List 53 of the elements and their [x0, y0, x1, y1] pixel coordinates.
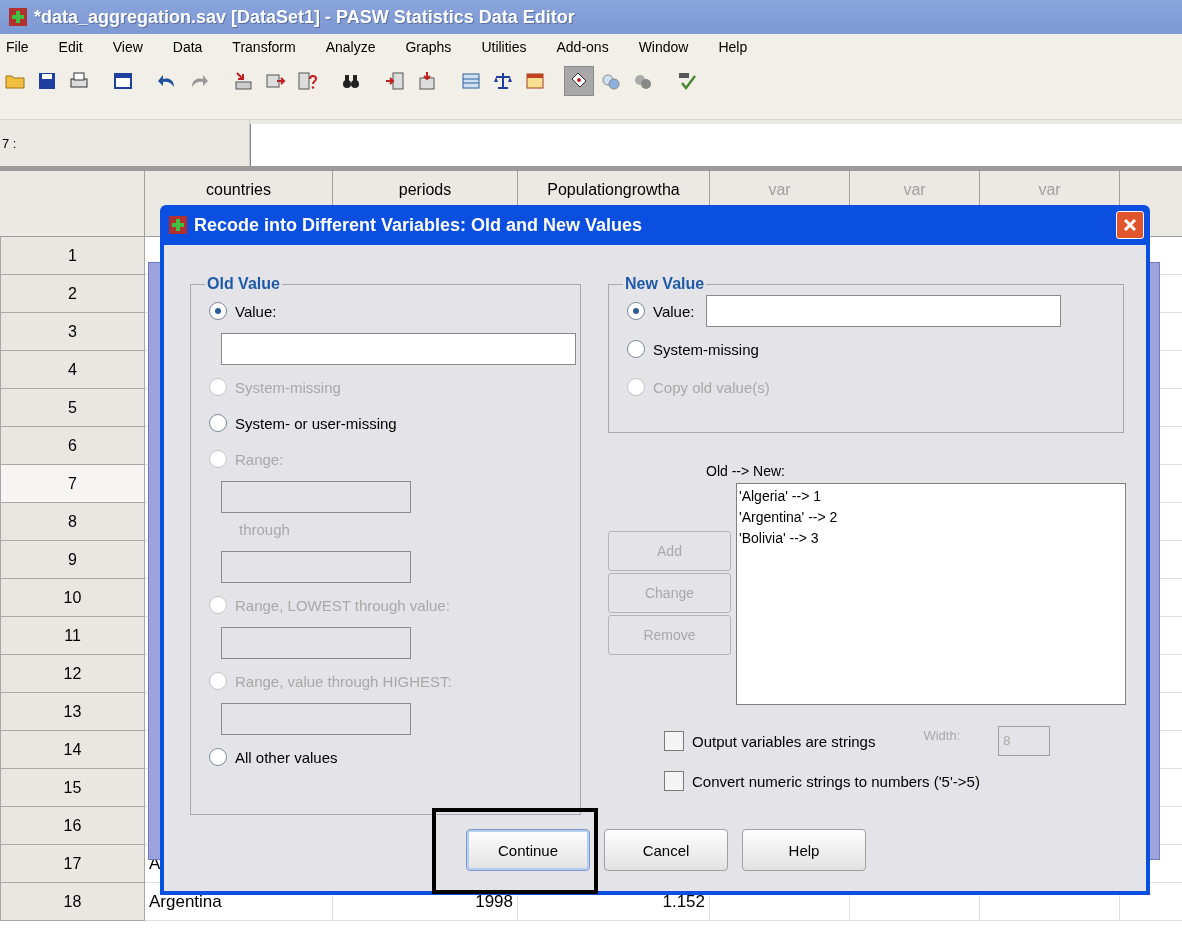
menu-item[interactable]: Transform: [228, 37, 308, 57]
row-header[interactable]: 2: [0, 275, 145, 313]
row-header[interactable]: 10: [0, 579, 145, 617]
window-title: *data_aggregation.sav [DataSet1] - PASW Statistics Data Editor: [34, 6, 575, 28]
row-header[interactable]: 13: [0, 693, 145, 731]
menu-item[interactable]: View: [108, 37, 155, 57]
radio-label: System- or user-missing: [235, 414, 397, 432]
checkbox-label: Output variables are strings: [692, 732, 876, 750]
menu-item[interactable]: Data: [168, 37, 215, 57]
row-header[interactable]: 12: [0, 655, 145, 693]
menu-item[interactable]: Window: [634, 37, 701, 57]
row-header[interactable]: 3: [0, 313, 145, 351]
menu-item[interactable]: Analyze: [321, 37, 388, 57]
menu-item[interactable]: Add-ons: [552, 37, 621, 57]
dialog-button[interactable]: Cancel: [604, 829, 728, 871]
checkbox-label: Convert numeric strings to numbers ('5'->5): [692, 772, 980, 790]
row-header[interactable]: 18: [0, 883, 145, 921]
dialog-button[interactable]: Continue: [466, 829, 590, 871]
menu-item[interactable]: Edit: [54, 37, 95, 57]
radio-label: Range, value through HIGHEST:: [235, 672, 452, 690]
group-title: Old Value: [206, 275, 281, 293]
radio-label: Range:: [235, 450, 284, 468]
row-header[interactable]: 1: [0, 237, 145, 275]
row-header[interactable]: 6: [0, 427, 145, 465]
radio-label: System-missing: [235, 378, 341, 396]
list-item[interactable]: 'Argentina' --> 2: [739, 509, 1123, 525]
menu-item[interactable]: Graphs: [401, 37, 464, 57]
radio-label: Value:: [653, 302, 695, 320]
menu-item[interactable]: File: [2, 37, 41, 57]
field-label: through: [239, 521, 290, 538]
row-header[interactable]: 17: [0, 845, 145, 883]
group-title: New Value: [624, 275, 706, 293]
list-item[interactable]: 'Algeria' --> 1: [739, 488, 1123, 504]
row-header[interactable]: 15: [0, 769, 145, 807]
dialog-button[interactable]: Help: [742, 829, 866, 871]
radio-label: Copy old value(s): [653, 378, 770, 396]
row-header[interactable]: 11: [0, 617, 145, 655]
radio-label: Value:: [235, 302, 277, 320]
menu-item[interactable]: Help: [714, 37, 760, 57]
radio-label: All other values: [235, 748, 338, 766]
row-header[interactable]: 16: [0, 807, 145, 845]
row-header[interactable]: 4: [0, 351, 145, 389]
row-header[interactable]: 8: [0, 503, 145, 541]
list-label: Old --> New:: [706, 463, 786, 479]
row-header[interactable]: 7: [0, 465, 145, 503]
radio-label: Range, LOWEST through value:: [235, 596, 450, 614]
row-header[interactable]: 9: [0, 541, 145, 579]
row-header[interactable]: 5: [0, 389, 145, 427]
menu-item[interactable]: Utilities: [477, 37, 539, 57]
list-item[interactable]: 'Bolivia' --> 3: [739, 530, 1123, 546]
width-label: Width:: [923, 727, 961, 743]
radio-label: System-missing: [653, 340, 759, 358]
row-header[interactable]: 14: [0, 731, 145, 769]
